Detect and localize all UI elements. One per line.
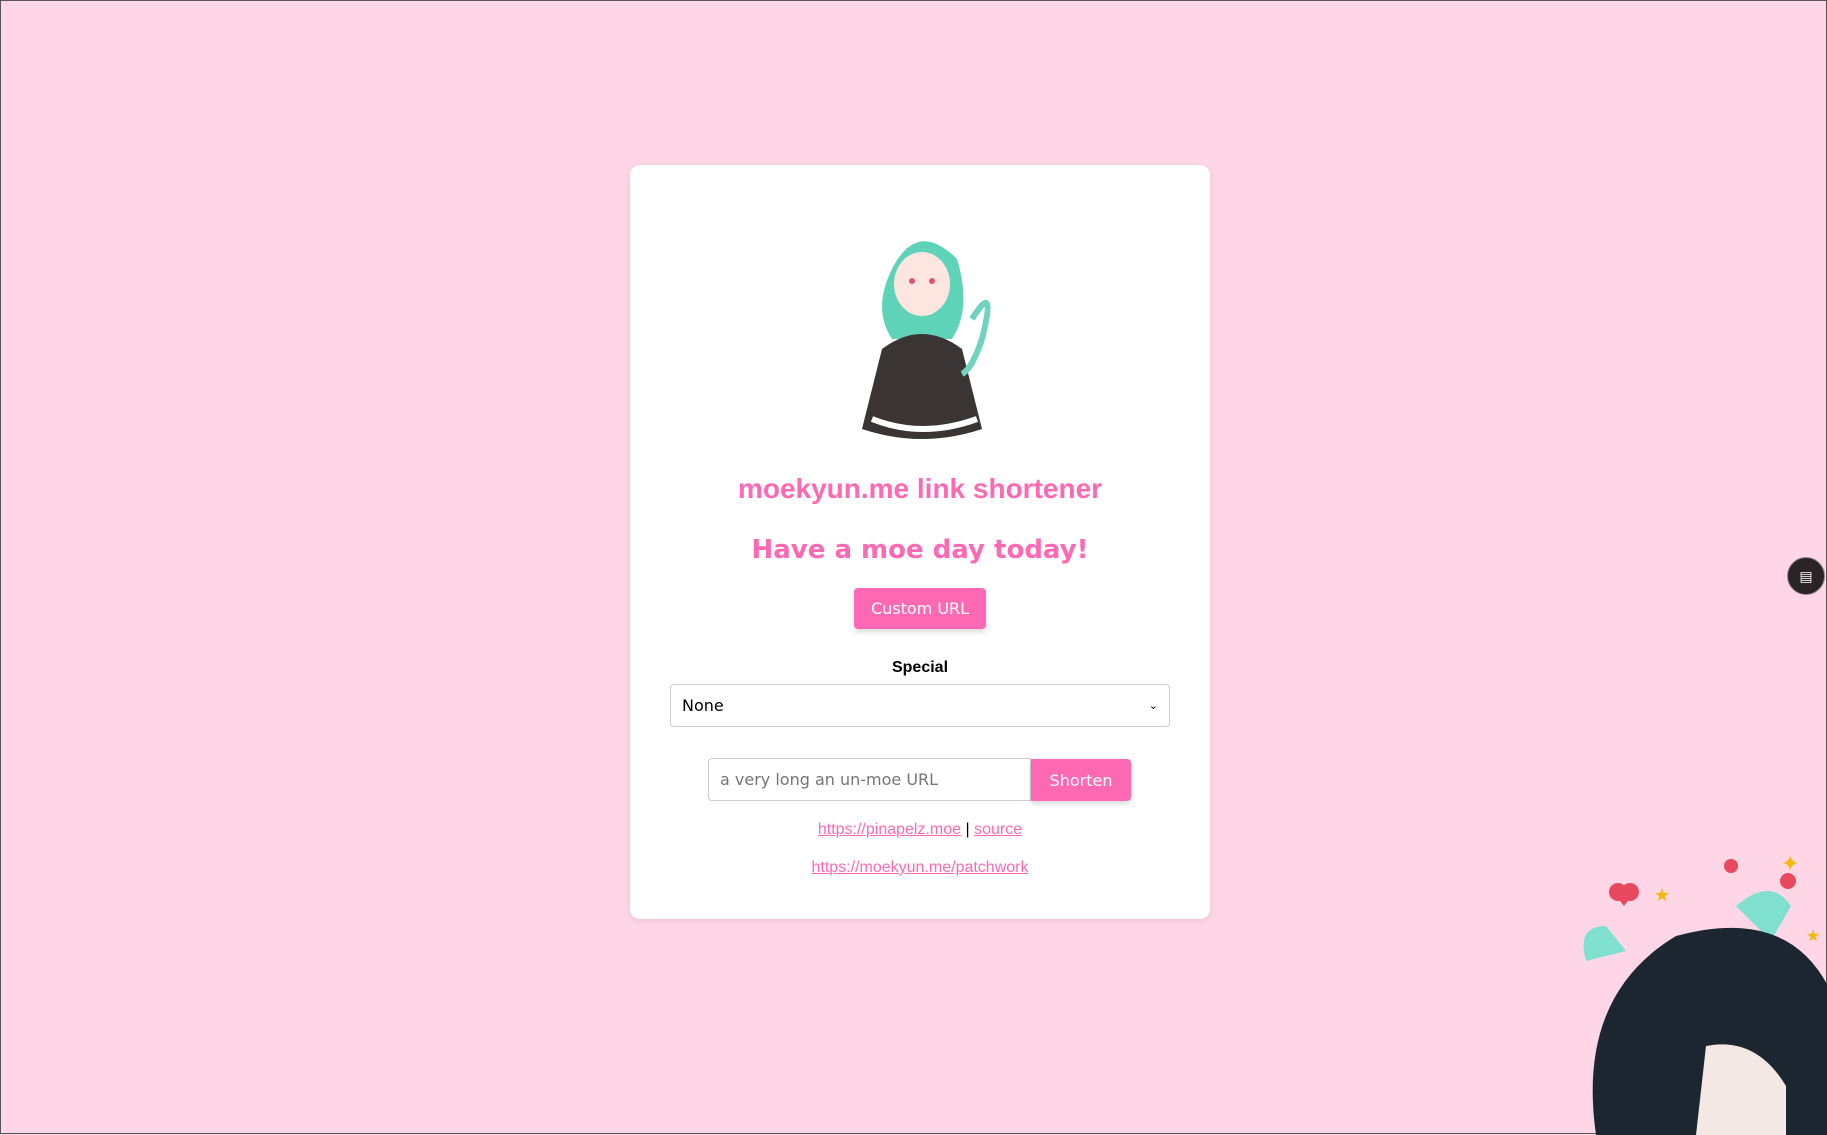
mascot-illustration bbox=[862, 241, 991, 439]
list-icon: ▤ bbox=[1799, 567, 1813, 584]
patchwork-link[interactable]: https://moekyun.me/patchwork bbox=[812, 859, 1029, 876]
pinapelz-link[interactable]: https://pinapelz.moe bbox=[818, 821, 961, 838]
source-link[interactable]: source bbox=[974, 821, 1022, 838]
floating-menu-button[interactable]: ▤ bbox=[1787, 557, 1825, 595]
custom-url-button[interactable]: Custom URL bbox=[854, 588, 986, 629]
shorten-button[interactable]: Shorten bbox=[1031, 759, 1131, 801]
page-subtitle: Have a moe day today! bbox=[751, 535, 1089, 565]
link-separator: | bbox=[965, 821, 970, 838]
url-input[interactable] bbox=[708, 758, 1031, 801]
special-label: Special bbox=[891, 659, 949, 676]
special-selected-value: None bbox=[682, 696, 724, 715]
svg-text:★: ★ bbox=[1654, 885, 1670, 905]
footer-links: https://pinapelz.moe | source bbox=[630, 821, 1210, 839]
svg-text:✦: ✦ bbox=[1781, 851, 1799, 876]
shortener-card: moekyun.me link shortener Have a moe day… bbox=[630, 165, 1210, 919]
svg-text:★: ★ bbox=[1806, 928, 1820, 945]
corner-character-illustration: ★ ✦ ★ bbox=[1583, 851, 1827, 1135]
special-select[interactable]: None ⌄ bbox=[670, 684, 1170, 727]
page-title: moekyun.me link shortener bbox=[737, 473, 1103, 504]
chevron-down-icon: ⌄ bbox=[1148, 699, 1158, 712]
